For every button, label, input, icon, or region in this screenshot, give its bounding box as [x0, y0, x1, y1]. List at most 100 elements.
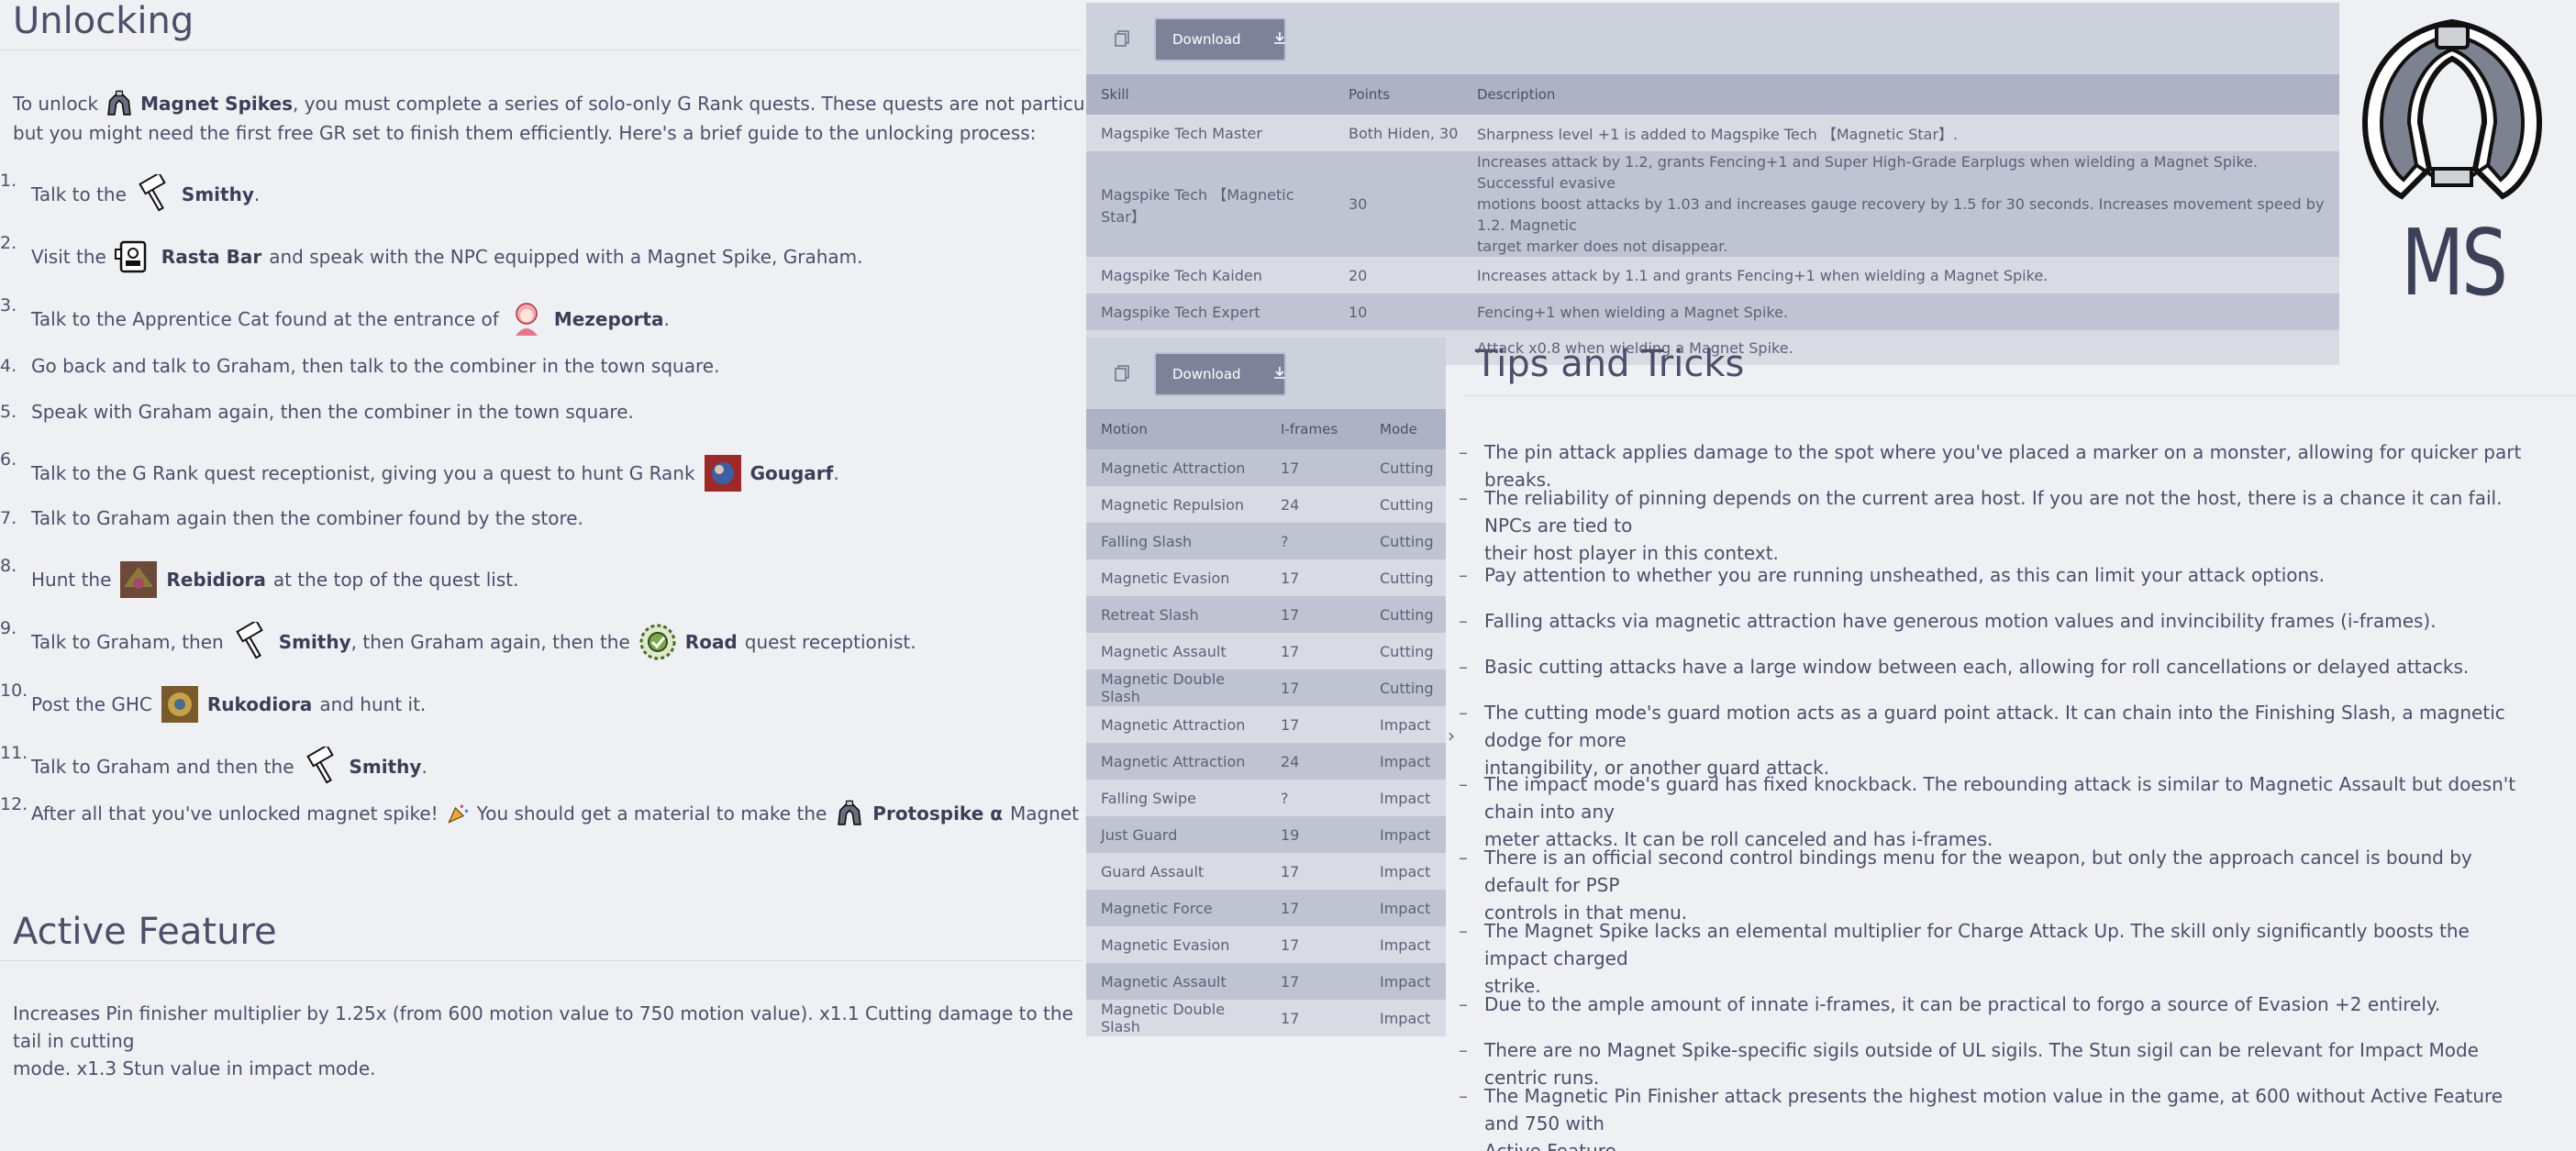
table-row: Just Guard 19 Impact [1086, 816, 1446, 853]
column-header[interactable]: Points [1334, 74, 1462, 115]
table-row: Magnetic Assault 17 Impact [1086, 963, 1446, 1000]
list-item: 10. Post the GHC Rukodiora and hunt it. [0, 681, 1083, 725]
smithy-link[interactable]: Smithy [350, 753, 422, 780]
table-row: Magnetic Evasion 17 Impact [1086, 926, 1446, 963]
table-cell: Magnetic Attraction [1086, 449, 1266, 486]
table-row: Magnetic Attraction 17 Impact [1086, 706, 1446, 743]
table-cell: Guard Assault [1086, 853, 1266, 890]
download-button[interactable]: Download [1154, 352, 1286, 396]
motion-table: Motion I-frames Mode Magnetic Attraction… [1086, 409, 1446, 1036]
table-cell: 19 [1266, 816, 1365, 853]
rasta-bar-icon [114, 237, 154, 277]
table-cell: Just Guard [1086, 816, 1266, 853]
road-link[interactable]: Road [685, 628, 738, 656]
gougarf-link[interactable]: Gougarf [750, 459, 834, 487]
list-item: – Pay attention to whether you are runnin… [1459, 561, 2532, 589]
table-cell: ? [1266, 780, 1365, 816]
table-cell: Falling Slash [1086, 523, 1266, 559]
table-cell: Magnetic Double Slash [1086, 1000, 1266, 1036]
table-cell: 17 [1266, 1000, 1365, 1036]
list-item: 7. Talk to Graham again then the combine… [0, 507, 583, 529]
hammer-smithy-icon [302, 747, 342, 787]
rebidiora-link[interactable]: Rebidiora [166, 566, 265, 593]
download-icon [1272, 30, 1287, 49]
column-header[interactable]: Motion [1086, 409, 1266, 449]
table-cell: 17 [1266, 853, 1365, 890]
table-cell: 17 [1266, 633, 1365, 670]
skills-table-panel: Download Skill Points Description Magspi… [1086, 3, 2339, 365]
tips-heading: Tips and Tricks [1462, 338, 2576, 396]
copy-icon[interactable] [1112, 28, 1132, 49]
bullet-dash: – [1459, 564, 1468, 586]
magnet-spikes-link[interactable]: Magnet Spikes [140, 90, 293, 117]
list-item: – There is an official second control bin… [1459, 844, 2532, 926]
table-row: Magnetic Double Slash 17 Impact [1086, 1000, 1446, 1036]
list-item: – The Magnet Spike lacks an elemental mul… [1459, 917, 2532, 1000]
table-cell: Magnetic Assault [1086, 963, 1266, 1000]
rasta-bar-link[interactable]: Rasta Bar [161, 243, 261, 271]
column-header[interactable]: I-frames [1266, 409, 1365, 449]
smithy-link[interactable]: Smithy [182, 181, 254, 208]
table-cell: Retreat Slash [1086, 596, 1266, 633]
column-header[interactable]: Skill [1086, 74, 1334, 115]
road-icon [638, 622, 678, 662]
table-cell: 17 [1266, 449, 1365, 486]
download-button[interactable]: Download [1154, 17, 1286, 61]
table-cell: Impact [1365, 1000, 1446, 1036]
table-cell: 24 [1266, 743, 1365, 780]
table-cell: Impact [1365, 853, 1446, 890]
table-cell: Magnetic Repulsion [1086, 486, 1266, 523]
list-item: 3. Talk to the Apprentice Cat found at t… [0, 295, 1083, 339]
table-cell: 17 [1266, 890, 1365, 926]
mezeporta-link[interactable]: Mezeporta [554, 305, 664, 333]
table-row: Magspike Tech Kaiden 20 Increases attack… [1086, 257, 2339, 293]
table-cell: Magnetic Double Slash [1086, 670, 1266, 706]
table-cell: Cutting [1365, 523, 1446, 559]
table-cell: 17 [1266, 706, 1365, 743]
smithy-link[interactable]: Smithy [279, 628, 351, 656]
table-cell: 17 [1266, 963, 1365, 1000]
table-row: Magnetic Repulsion 24 Cutting [1086, 486, 1446, 523]
table-cell: Magnetic Evasion [1086, 559, 1266, 596]
rukodiora-icon [160, 684, 200, 725]
table-cell: 17 [1266, 926, 1365, 963]
column-header[interactable]: Mode [1365, 409, 1446, 449]
list-item: – Due to the ample amount of innate i-fra… [1459, 991, 2532, 1018]
bullet-dash: – [1459, 610, 1468, 632]
table-row: Magnetic Attraction 17 Cutting [1086, 449, 1446, 486]
list-item: – The Magnetic Pin Finisher attack presen… [1459, 1082, 2532, 1151]
list-item: 1. Talk to the Smithy. [0, 171, 1083, 215]
chevron-right-icon[interactable]: › [1448, 725, 1455, 747]
table-cell: Impact [1365, 890, 1446, 926]
table-toolbar: Download [1086, 338, 1446, 409]
table-cell: Magnetic Attraction [1086, 706, 1266, 743]
table-cell: Magnetic Assault [1086, 633, 1266, 670]
bullet-dash: – [1459, 993, 1468, 1015]
list-item: – The cutting mode's guard motion acts as… [1459, 699, 2532, 781]
magnet-spike-logo-icon [2356, 13, 2548, 205]
protospike-link[interactable]: Protospike α [872, 800, 1003, 827]
list-item: – Falling attacks via magnetic attraction… [1459, 607, 2532, 635]
mezeporta-icon [506, 299, 547, 339]
list-item: 12. After all that you've unlocked magne… [0, 794, 1140, 829]
rukodiora-link[interactable]: Rukodiora [207, 691, 312, 718]
skills-table: Skill Points Description Magspike Tech M… [1086, 74, 2339, 365]
list-item: 4. Go back and talk to Graham, then talk… [0, 355, 720, 377]
list-item: 2. Visit the Rasta Bar and speak with th… [0, 233, 1083, 277]
copy-icon[interactable] [1112, 363, 1132, 383]
motion-table-panel: Download Motion I-frames Mode Magnetic A… [1086, 338, 1446, 1036]
table-cell: 17 [1266, 559, 1365, 596]
bullet-dash: – [1459, 487, 1468, 509]
table-row: Magnetic Assault 17 Cutting [1086, 633, 1446, 670]
table-cell: 17 [1266, 596, 1365, 633]
table-toolbar: Download [1086, 3, 2339, 74]
table-cell: 17 [1266, 670, 1365, 706]
table-row: Falling Swipe? Impact [1086, 780, 1446, 816]
table-cell: Cutting [1365, 670, 1446, 706]
bullet-dash: – [1459, 847, 1468, 869]
table-cell: Cutting [1365, 559, 1446, 596]
list-item: 6. Talk to the G Rank quest receptionist… [0, 449, 1083, 493]
column-header[interactable]: Description [1462, 74, 2339, 115]
active-feature-heading: Active Feature [0, 911, 1083, 961]
logo-text: MS [2401, 209, 2508, 316]
